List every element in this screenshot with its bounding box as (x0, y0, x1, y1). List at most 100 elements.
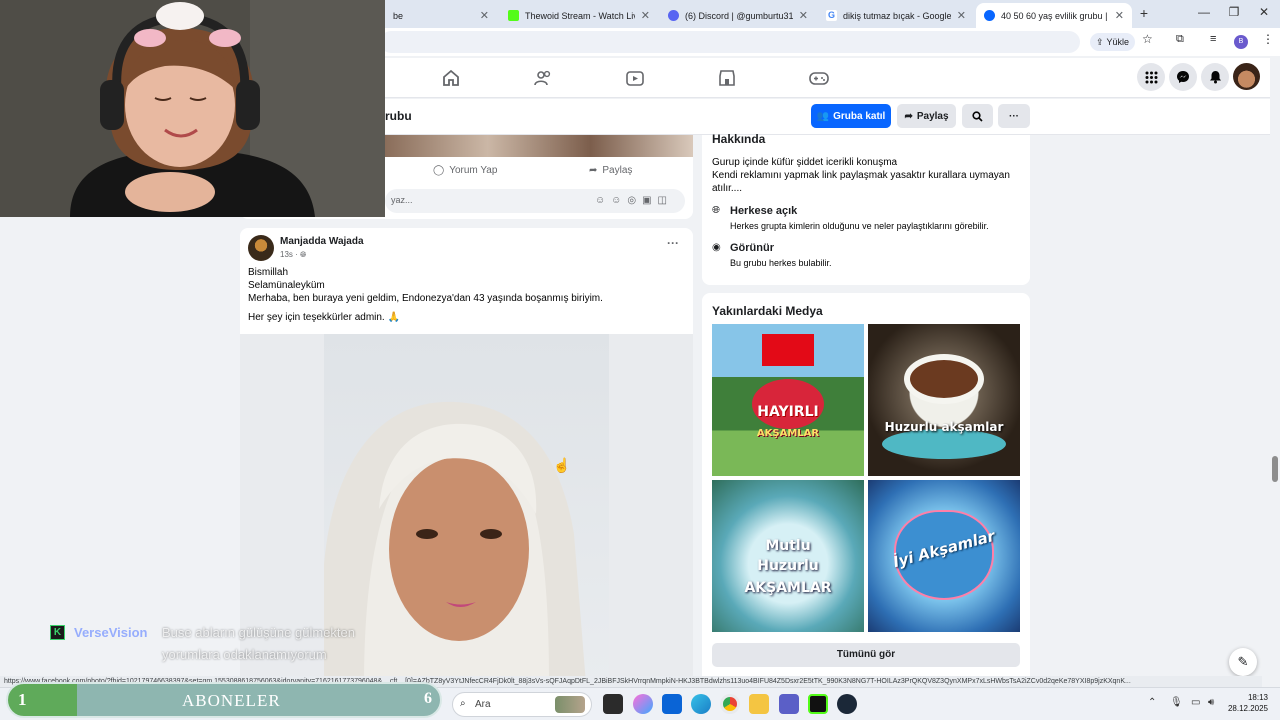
tab-title: Thewoid Stream - Watch Live o (525, 10, 635, 21)
subscriber-goal: 6 (424, 690, 432, 707)
globe-icon: 🌐︎ (712, 205, 720, 216)
previous-post-image[interactable] (385, 135, 693, 157)
more-options-button[interactable]: ··· (998, 104, 1030, 128)
messenger-icon[interactable] (1169, 63, 1197, 91)
taskbar-search-label: Ara (475, 699, 491, 710)
chrome-menu-icon[interactable]: ⋮ (1262, 32, 1274, 46)
network-icon[interactable]: ▭ (1191, 697, 1200, 708)
close-window-icon[interactable]: ✕ (1256, 5, 1272, 19)
share-group-button[interactable]: ➦ Paylaş (897, 104, 956, 128)
watch-icon[interactable] (625, 68, 645, 88)
kick-app-icon[interactable] (808, 694, 828, 714)
account-avatar[interactable] (1233, 63, 1260, 90)
profile-avatar[interactable]: B (1234, 35, 1248, 49)
edge-icon[interactable] (691, 694, 711, 714)
close-tab-icon[interactable]: ✕ (957, 9, 966, 22)
home-icon[interactable] (441, 68, 461, 88)
nearby-media-card: Yakınlardaki Medya HAYIRLI AKŞAMLAR Huzu… (702, 293, 1030, 678)
media-thumbnail[interactable]: İyi Akşamlar (868, 480, 1020, 632)
new-tab-button[interactable]: + (1136, 5, 1152, 21)
close-tab-icon[interactable]: ✕ (799, 9, 808, 22)
group-title: rubu (385, 109, 412, 123)
about-description: Kendi reklamını yapmak link paylaşmak ya… (712, 170, 1010, 181)
extensions-icon[interactable]: ⧉ (1176, 33, 1184, 46)
task-view-icon[interactable] (603, 694, 623, 714)
bookmark-star-icon[interactable]: ☆ (1142, 32, 1153, 46)
clock-date: 28.12.2025 (1227, 704, 1268, 713)
taskbar-clock[interactable]: 18:13 28.12.2025 (1228, 692, 1268, 714)
kick-logo: K (50, 625, 65, 640)
tab-youtube[interactable]: be ✕ (385, 3, 497, 28)
notifications-bell-icon[interactable] (1201, 63, 1229, 91)
post-text-line: Bismillah (248, 267, 289, 278)
share-arrow-icon: ➦ (589, 165, 598, 176)
share-label: Paylaş (602, 165, 633, 176)
about-description: Gurup içinde küfür şiddet icerikli konuş… (712, 157, 898, 168)
file-explorer-icon[interactable] (749, 694, 769, 714)
google-favicon-icon: G (826, 10, 837, 21)
tab-facebook[interactable]: 40 50 60 yaş evlilik grubu | Face ✕ (976, 3, 1132, 28)
volume-icon[interactable]: 🔊︎ (1208, 697, 1214, 708)
gaming-icon[interactable] (809, 68, 829, 88)
media-thumbnail[interactable]: Huzurlu akşamlar (868, 324, 1020, 476)
subscriber-label: ABONELER (182, 691, 281, 710)
copilot-icon[interactable] (633, 694, 653, 714)
tray-chevron-icon[interactable]: ⌃ (1148, 697, 1156, 708)
see-all-button[interactable]: Tümünü gör (712, 643, 1020, 667)
comment-label: Yorum Yap (449, 165, 498, 176)
media-thumbnail[interactable]: HAYIRLI AKŞAMLAR (712, 324, 864, 476)
maximize-icon[interactable]: ❐ (1226, 5, 1242, 19)
share-label: Paylaş (916, 110, 949, 122)
menu-grid-icon[interactable] (1137, 63, 1165, 91)
steam-icon[interactable] (837, 694, 857, 714)
group-search-button[interactable] (962, 104, 993, 128)
search-highlight-image (555, 696, 585, 713)
tab-title: be (393, 10, 404, 21)
thumbnail-text: AKŞAMLAR (744, 580, 832, 596)
close-tab-icon[interactable]: ✕ (480, 9, 489, 22)
tab-discord[interactable]: (6) Discord | @gumburtu31 ✕ (660, 3, 816, 28)
tab-title: dikiş tutmaz bıçak - Google'da (843, 10, 951, 21)
post-author-avatar[interactable] (248, 235, 274, 261)
share-post-button[interactable]: ➦ Paylaş (589, 165, 632, 176)
search-icon: ⌕ (460, 698, 466, 709)
post-text-line: Merhaba, ben buraya yeni geldim, Endonez… (248, 293, 603, 304)
marketplace-icon[interactable] (717, 68, 737, 88)
close-tab-icon[interactable]: ✕ (641, 9, 650, 22)
teams-icon[interactable] (779, 694, 799, 714)
close-tab-icon[interactable]: ✕ (1115, 9, 1124, 22)
comment-input[interactable]: yaz... ☺☺◎▣◫ (385, 189, 685, 213)
post-text-line: Her şey için teşekkürler admin. 🙏 (248, 312, 400, 323)
new-message-edit-icon[interactable]: ✎ (1229, 648, 1257, 676)
post-options-icon[interactable]: ··· (667, 236, 679, 250)
scrollbar-thumb[interactable] (1272, 456, 1278, 482)
tab-thewoid[interactable]: Thewoid Stream - Watch Live o ✕ (500, 3, 658, 28)
microphone-icon[interactable]: 🎙︎ (1170, 697, 1183, 708)
minimize-icon[interactable]: — (1196, 5, 1212, 19)
flag-shape (762, 334, 814, 366)
page-scrollbar[interactable] (1270, 58, 1280, 676)
outlook-icon[interactable] (662, 694, 682, 714)
post-photo[interactable] (324, 334, 609, 678)
taskbar-search-input[interactable]: ⌕ Ara (452, 692, 592, 717)
post-time-text: 13s · (280, 250, 298, 259)
globe-icon: 🌐︎ (300, 250, 307, 259)
friends-icon[interactable] (533, 68, 553, 88)
thumbnail-text: HAYIRLI (757, 404, 819, 420)
overlay-caption-line: yorumlara odaklanamıyorum (162, 647, 327, 662)
media-thumbnail[interactable]: Mutlu Huzurlu AKŞAMLAR (712, 480, 864, 632)
tab-google[interactable]: G dikiş tutmaz bıçak - Google'da ✕ (818, 3, 974, 28)
omnibox[interactable] (380, 31, 1080, 53)
streamer-webcam (0, 0, 385, 217)
media-control-icon[interactable]: ≡ (1210, 33, 1216, 45)
post-timestamp[interactable]: 13s · 🌐︎ (280, 250, 306, 260)
upload-button[interactable]: ⇪ Yükle (1090, 33, 1136, 51)
subscriber-goal-bar: 1 ABONELER 6 (6, 682, 442, 718)
comment-button[interactable]: ◯ Yorum Yap (433, 165, 497, 176)
clock-time: 18:13 (1247, 693, 1268, 702)
chrome-icon[interactable] (720, 694, 740, 714)
search-icon (972, 110, 983, 122)
join-group-button[interactable]: 👥 Gruba katıl (811, 104, 891, 128)
thumbnail-text: Huzurlu akşamlar (884, 420, 1004, 434)
post-author-name[interactable]: Manjadda Wajada (280, 236, 364, 247)
